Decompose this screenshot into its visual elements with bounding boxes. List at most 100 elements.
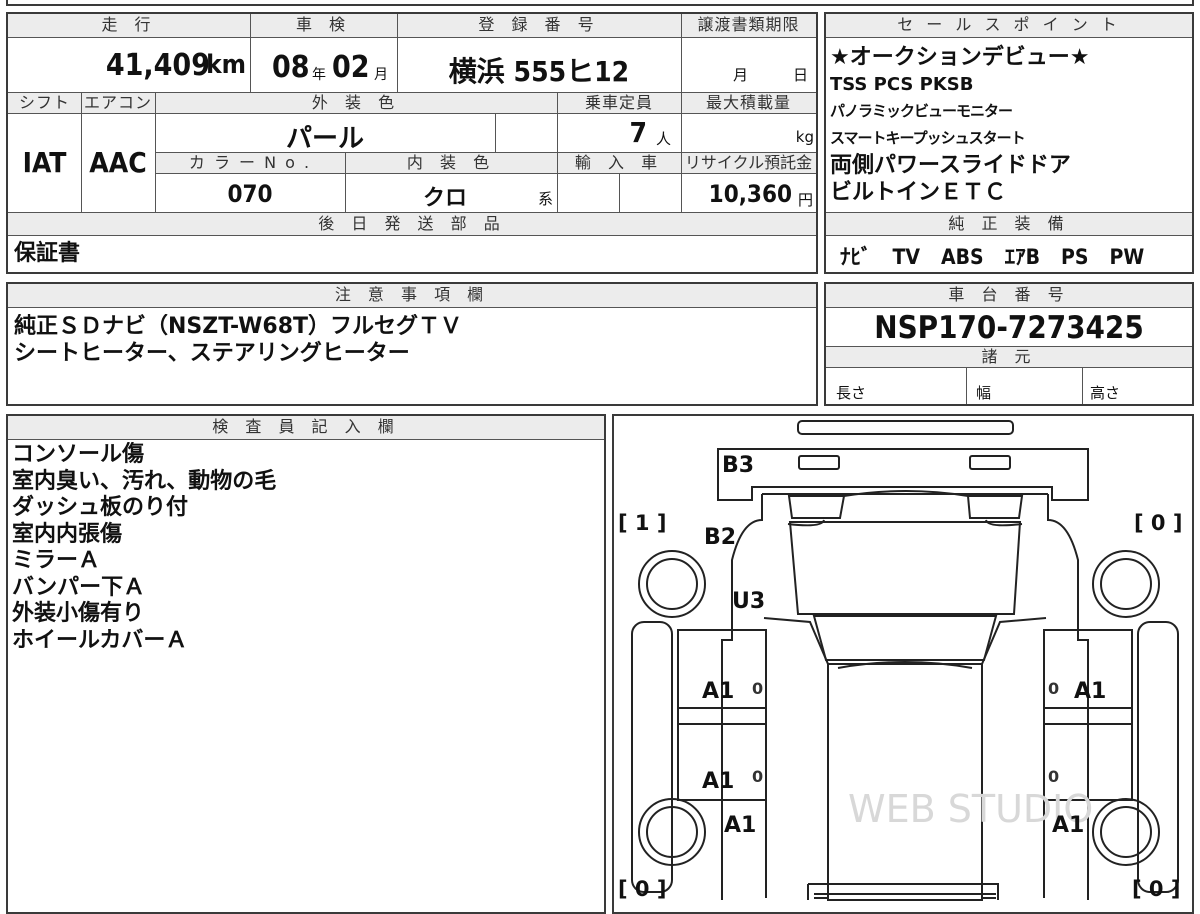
transfer-day-unit: 日 (792, 66, 808, 84)
right-front-tire (1092, 798, 1160, 866)
inspector-block: 検 査 員 記 入 欄 コンソール傷 室内臭い、汚れ、動物の毛 ダッシュ板のり付… (6, 414, 606, 914)
divider (345, 152, 346, 212)
transfer-deadline-cell: 月 日 (681, 38, 816, 92)
transfer-deadline-header: 譲渡書類期限 (681, 14, 816, 38)
capacity-unit: 人 (655, 130, 671, 148)
inspection-month-unit: 月 (374, 67, 388, 83)
spec-width-cell: 幅 (966, 368, 1082, 404)
genuine-equipment-value: ﾅﾋﾞ TV ABS ｴｱB PS PW (840, 245, 1145, 269)
interior-color-cell: クロ 系 (345, 174, 557, 212)
sales-point-item: パノラミックビューモニター (830, 102, 1013, 120)
mark-right-front-fender: A1 (1052, 813, 1084, 838)
later-parts-header: 後 日 発 送 部 品 (8, 212, 816, 236)
rear-spoiler-shape (797, 420, 1014, 435)
roof-shape (812, 615, 998, 661)
divider (81, 92, 82, 212)
chassis-block: 車 台 番 号 NSP170-7273425 諸 元 長さ 幅 高さ (824, 282, 1194, 406)
spec-width-label: 幅 (976, 384, 992, 402)
mark-left-front-door-small: 0 (752, 767, 763, 786)
color-no-value: 070 (227, 180, 273, 208)
mark-rear-door: B2 (704, 525, 736, 550)
spec-height-label: 高さ (1090, 384, 1121, 402)
import-header: 輸 入 車 (557, 152, 681, 174)
genuine-equipment-header: 純 正 装 備 (826, 212, 1192, 236)
aircon-cell: AAC (81, 114, 155, 212)
body-outline (721, 494, 1089, 900)
interior-color-value: クロ (423, 186, 468, 211)
mark-rear-bumper: B3 (722, 453, 754, 478)
tire-left-rear-label: [ 1 ] (618, 511, 666, 535)
later-parts-value: 保証書 (14, 241, 81, 266)
recycle-value: 10,360 (708, 180, 792, 208)
inspector-line: ホイールカバーＡ (12, 627, 188, 653)
capacity-header: 乗車定員 (557, 92, 681, 114)
divider (966, 368, 967, 404)
divider (619, 174, 620, 212)
exterior-color-header: 外 装 色 (155, 92, 557, 114)
mileage-value: 41,409 (105, 48, 210, 83)
specs-header: 諸 元 (826, 346, 1192, 368)
registration-header: 登 録 番 号 (397, 14, 681, 38)
tire-left-front-label: [ 0 ] (618, 877, 666, 901)
divider (250, 14, 251, 92)
recycle-header: リサイクル預託金 (681, 152, 816, 174)
inspection-header: 車 検 (250, 14, 397, 38)
max-load-header: 最大積載量 (681, 92, 816, 114)
import-cell-b (619, 174, 681, 212)
inspector-content: コンソール傷 室内臭い、汚れ、動物の毛 ダッシュ板のり付 室内内張傷 ミラーＡ … (12, 442, 602, 682)
rear-bumper-shape (717, 448, 1089, 501)
shift-cell: IAT (8, 114, 81, 212)
sales-point-item: スマートキープッシュスタート (830, 129, 1026, 147)
inspector-line: 外装小傷有り (12, 601, 145, 626)
exterior-color-cell: パール (155, 114, 495, 152)
aircon-header: エアコン (81, 92, 155, 114)
capacity-value: 7 (629, 116, 647, 149)
inspection-year-unit: 年 (312, 67, 326, 83)
mark-left-front-door: A1 (702, 769, 734, 794)
divider (397, 14, 398, 92)
mileage-unit: km (206, 50, 246, 80)
mark-right-rear-door: A1 (1074, 679, 1106, 704)
capacity-cell: 7 人 (557, 114, 681, 152)
inspector-line: コンソール傷 (12, 442, 145, 467)
mark-left-rear-door-small: 0 (752, 679, 763, 698)
mark-left-front-fender: A1 (724, 813, 756, 838)
genuine-equipment-cell: ﾅﾋﾞ TV ABS ｴｱB PS PW (826, 236, 1192, 272)
mark-right-front-door-small: 0 (1048, 767, 1059, 786)
inspection-month: 02 (332, 50, 370, 85)
vehicle-info-block: 走 行 車 検 登 録 番 号 譲渡書類期限 41,409 km 08 年 02… (6, 12, 818, 274)
sales-point-item: 両側パワースライドドア (830, 153, 1071, 178)
rear-door-shape (788, 521, 1022, 615)
aircon-value: AAC (89, 146, 147, 179)
inspection-cell: 08 年 02 月 (250, 38, 397, 92)
exterior-color-value: パール (285, 124, 364, 152)
inspector-line: ダッシュ板のり付 (12, 495, 189, 520)
color-no-cell: 070 (155, 174, 345, 212)
spec-length-cell: 長さ (826, 368, 966, 404)
right-rear-tire (1092, 550, 1160, 618)
inspector-line: 室内内張傷 (12, 521, 123, 547)
recycle-cell: 10,360 円 (681, 174, 816, 212)
divider (681, 14, 682, 212)
import-cell-a (557, 174, 619, 212)
color-no-header: カ ラ ー N o . (155, 152, 345, 174)
inspector-line: 室内臭い、汚れ、動物の毛 (12, 468, 277, 494)
sales-points-list: ★オークションデビュー★ TSS PCS PKSB パノラミックビューモニター … (830, 44, 1190, 216)
recycle-unit: 円 (797, 191, 813, 209)
registration-cell: 横浜 555ヒ12 (397, 38, 681, 92)
spec-height-cell: 高さ (1082, 368, 1192, 404)
notes-content: 純正ＳＤナビ（NSZT-W68T）フルセグＴＶ シートヒーター、ステアリングヒー… (14, 314, 804, 394)
registration-value: 横浜 555ヒ12 (448, 55, 630, 88)
inspector-line: ミラーＡ (12, 548, 101, 573)
chassis-header: 車 台 番 号 (826, 284, 1192, 308)
left-rear-tire (638, 550, 706, 618)
chassis-cell: NSP170-7273425 (826, 308, 1192, 346)
tire-right-rear-label: [ 0 ] (1134, 511, 1182, 535)
inspector-header: 検 査 員 記 入 欄 (8, 416, 604, 440)
later-parts-cell: 保証書 (8, 236, 816, 272)
car-diagram: WEB STUDIO B3 B2 U3 A1 A1 A1 A1 A1 0 0 0… (618, 420, 1182, 901)
sales-point-item: ★オークションデビュー★ (830, 45, 1090, 70)
notes-line: シートヒーター、ステアリングヒーター (14, 340, 410, 366)
mileage-header: 走 行 (8, 14, 250, 38)
top-cutoff-row (6, 0, 1194, 6)
